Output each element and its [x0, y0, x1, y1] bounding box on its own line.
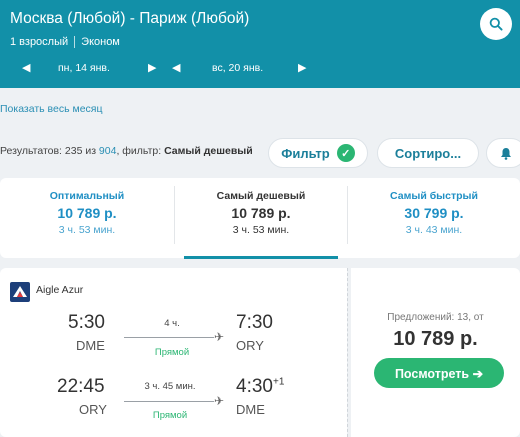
- sort-tabs: Оптимальный 10 789 р. 3 ч. 53 мин. Самый…: [0, 178, 520, 258]
- outbound-route-line: [124, 337, 214, 338]
- flight-price-panel: [351, 268, 520, 437]
- passenger-info[interactable]: 1 взрослый Эконом: [10, 36, 120, 48]
- inbound-route-line: [124, 401, 214, 402]
- arrival-time-value: 4:30: [236, 376, 273, 397]
- tab-price: 30 799 р.: [404, 205, 464, 221]
- filter-value: Самый дешевый: [164, 145, 253, 157]
- tab-duration: 3 ч. 43 мин.: [405, 224, 463, 236]
- sort-button[interactable]: Сортиро...: [377, 138, 479, 168]
- offers-count: Предложений: 13, от: [387, 312, 484, 323]
- airline-name: Aigle Azur: [36, 284, 84, 296]
- tab-title: Самый быстрый: [390, 190, 478, 202]
- show-month-link[interactable]: Показать весь месяц: [0, 103, 103, 115]
- date-back[interactable]: вс, 20 янв.: [212, 62, 263, 74]
- date-out[interactable]: пн, 14 янв.: [58, 62, 110, 74]
- results-summary: Результатов: 235 из 904, фильтр: Самый д…: [0, 145, 253, 157]
- tab-price: 10 789 р.: [57, 205, 117, 221]
- passengers-count: 1 взрослый: [10, 36, 69, 48]
- outbound-arrival-airport: ORY: [236, 338, 264, 353]
- search-icon: [489, 17, 503, 31]
- next-date-out-button[interactable]: ▶: [148, 58, 156, 78]
- outbound-departure-airport: DME: [76, 338, 105, 353]
- airline-logo-icon: [10, 282, 30, 302]
- cabin-class: Эконом: [81, 36, 120, 48]
- filter-label: Фильтр: [281, 145, 330, 161]
- airplane-icon: ✈: [214, 330, 225, 344]
- sort-label: Сортиро...: [394, 145, 462, 161]
- results-total-link[interactable]: 904: [99, 145, 117, 157]
- inbound-duration: 3 ч. 45 мин.: [144, 381, 196, 392]
- flight-price: 10 789 р.: [393, 328, 478, 350]
- tab-duration: 3 ч. 53 мин.: [58, 224, 116, 236]
- prev-date-out-button[interactable]: ◀: [22, 58, 30, 78]
- divider: [74, 36, 76, 48]
- outbound-arrival-time: 7:30: [236, 312, 273, 334]
- inbound-departure-time: 22:45: [57, 376, 105, 397]
- results-prefix: Результатов: 235 из: [0, 145, 99, 157]
- tab-price: 10 789 р.: [231, 205, 291, 221]
- search-header: Москва (Любой) - Париж (Любой) 1 взрослы…: [0, 0, 520, 88]
- check-icon: ✓: [336, 144, 355, 162]
- day-offset: +1: [272, 376, 285, 388]
- bell-icon: [501, 147, 511, 160]
- tab-fastest[interactable]: Самый быстрый 30 799 р. 3 ч. 43 мин.: [348, 178, 520, 258]
- arrival-time-value: 7:30: [236, 312, 273, 333]
- airplane-icon: ✈: [214, 394, 225, 408]
- active-tab-indicator: [184, 256, 338, 259]
- tab-duration: 3 ч. 53 мин.: [232, 224, 290, 236]
- route-title[interactable]: Москва (Любой) - Париж (Любой): [10, 10, 249, 28]
- filter-prefix: , фильтр:: [116, 145, 165, 157]
- outbound-stops: Прямой: [154, 347, 190, 358]
- inbound-arrival-airport: DME: [236, 402, 265, 417]
- tab-optimal[interactable]: Оптимальный 10 789 р. 3 ч. 53 мин.: [0, 178, 174, 258]
- filter-button[interactable]: Фильтр ✓: [268, 138, 368, 168]
- view-offer-button[interactable]: Посмотреть ➔: [374, 358, 504, 388]
- next-date-back-button[interactable]: ▶: [298, 58, 306, 78]
- tab-title: Оптимальный: [49, 190, 125, 202]
- tab-cheapest[interactable]: Самый дешевый 10 789 р. 3 ч. 53 мин.: [175, 178, 347, 258]
- outbound-departure-time: 5:30: [68, 312, 105, 333]
- inbound-stops: Прямой: [152, 410, 188, 421]
- inbound-arrival-time: 4:30+1: [236, 376, 284, 398]
- tab-title: Самый дешевый: [216, 190, 306, 202]
- inbound-departure-airport: ORY: [79, 402, 107, 417]
- prev-date-back-button[interactable]: ◀: [172, 58, 180, 78]
- search-button[interactable]: [480, 8, 512, 40]
- outbound-duration: 4 ч.: [164, 318, 180, 329]
- subscribe-button[interactable]: [486, 138, 520, 168]
